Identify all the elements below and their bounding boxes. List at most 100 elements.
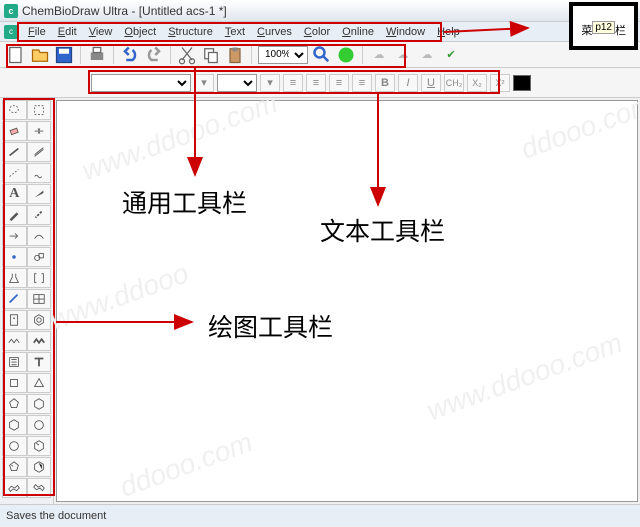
font-select[interactable]	[91, 74, 191, 92]
menu-bar: c File Edit View Object Structure Text C…	[0, 22, 640, 42]
online-button[interactable]	[336, 45, 356, 65]
annotation-menubar-callout: 菜p12栏	[569, 2, 638, 50]
open-button[interactable]	[30, 45, 50, 65]
watermark: ddooo.com	[116, 426, 257, 503]
align-right-button[interactable]: ≡	[329, 74, 349, 92]
tool-chair1[interactable]	[2, 478, 27, 498]
tool-text[interactable]: A	[2, 184, 27, 204]
menu-curves[interactable]: Curves	[251, 24, 298, 40]
status-text: Saves the document	[6, 510, 106, 522]
new-button[interactable]	[6, 45, 26, 65]
tool-ring7[interactable]	[27, 415, 52, 435]
tool-chair2[interactable]	[27, 478, 52, 498]
tool-bond-multi[interactable]	[27, 142, 52, 162]
drawing-toolbox: A	[0, 98, 54, 504]
menu-view[interactable]: View	[83, 24, 119, 40]
menu-file[interactable]: File	[22, 24, 52, 40]
tool-template[interactable]	[2, 352, 27, 372]
main-area: A www.ddooo.com ddooo.com www.ddooo www.…	[0, 98, 640, 504]
cut-button[interactable]	[177, 45, 197, 65]
superscript-button[interactable]: X²	[490, 74, 510, 92]
tool-marquee[interactable]	[27, 100, 52, 120]
copy-button[interactable]	[201, 45, 221, 65]
zoom-select[interactable]: 100%	[258, 46, 308, 64]
redo-button[interactable]	[144, 45, 164, 65]
app-icon: c	[4, 4, 18, 18]
tool-bond-wedge[interactable]	[27, 184, 52, 204]
undo-button[interactable]	[120, 45, 140, 65]
menu-color[interactable]: Color	[298, 24, 336, 40]
tool-arc[interactable]	[27, 226, 52, 246]
separator	[251, 46, 252, 64]
tool-orbital[interactable]	[2, 247, 27, 267]
tool-draw[interactable]	[2, 289, 27, 309]
formula-button[interactable]: CH₂	[444, 74, 464, 92]
color-swatch[interactable]	[513, 75, 531, 91]
tool-chemical[interactable]	[2, 268, 27, 288]
tool-table[interactable]	[27, 289, 52, 309]
align-center-button[interactable]: ≡	[306, 74, 326, 92]
tool-ring5[interactable]	[2, 394, 27, 414]
zoom-tool-button[interactable]	[312, 45, 332, 65]
tool-pen[interactable]	[2, 205, 27, 225]
menu-structure[interactable]: Structure	[162, 24, 219, 40]
paste-button[interactable]	[225, 45, 245, 65]
tool-benzene2[interactable]	[27, 457, 52, 477]
menu-online[interactable]: Online	[336, 24, 380, 40]
menu-object[interactable]: Object	[118, 24, 162, 40]
tool-bond-solid[interactable]	[2, 142, 27, 162]
cloud3-button[interactable]: ☁	[417, 45, 437, 65]
size-dropdown-icon[interactable]: ▾	[260, 74, 280, 92]
menu-text[interactable]: Text	[219, 24, 251, 40]
tool-benzene[interactable]	[27, 310, 52, 330]
menu-window[interactable]: Window	[380, 24, 431, 40]
tool-ring8[interactable]	[2, 436, 27, 456]
print-button[interactable]	[87, 45, 107, 65]
tool-bond-dashed[interactable]	[2, 163, 27, 183]
cloud2-button[interactable]: ☁	[393, 45, 413, 65]
callout-char-1: 菜	[581, 25, 592, 37]
tool-cyclohex[interactable]	[27, 436, 52, 456]
tool-primitive[interactable]	[27, 247, 52, 267]
callout-tip: p12	[592, 21, 615, 34]
doc-icon: c	[4, 25, 18, 39]
watermark: www.ddooo	[46, 257, 193, 337]
watermark: www.ddooo.com	[78, 87, 282, 187]
bold-button[interactable]: B	[375, 74, 395, 92]
italic-button[interactable]: I	[398, 74, 418, 92]
size-select[interactable]	[217, 74, 257, 92]
tool-bracket[interactable]	[27, 268, 52, 288]
menu-help[interactable]: Help	[431, 24, 466, 40]
menu-edit[interactable]: Edit	[52, 24, 83, 40]
tool-ring3[interactable]	[27, 373, 52, 393]
tool-ring6[interactable]	[27, 394, 52, 414]
tool-ring4[interactable]	[2, 373, 27, 393]
font-dropdown-icon[interactable]: ▾	[194, 74, 214, 92]
tool-acyclic[interactable]	[2, 331, 27, 351]
cloud1-button[interactable]: ☁	[369, 45, 389, 65]
underline-button[interactable]: U	[421, 74, 441, 92]
general-toolbar: 100% ☁ ☁ ☁ ✔	[0, 42, 640, 68]
drawing-canvas[interactable]: www.ddooo.com ddooo.com www.ddooo www.dd…	[56, 100, 638, 502]
check-button[interactable]: ✔	[441, 45, 461, 65]
tool-tshape[interactable]	[27, 352, 52, 372]
callout-char-2: 栏	[615, 25, 626, 37]
align-justify-button[interactable]: ≡	[352, 74, 372, 92]
tool-bond-hash[interactable]	[27, 205, 52, 225]
save-button[interactable]	[54, 45, 74, 65]
tool-bond-wavy[interactable]	[27, 163, 52, 183]
tool-arrow[interactable]	[2, 226, 27, 246]
tool-tlc[interactable]	[2, 310, 27, 330]
tool-eraser[interactable]	[2, 121, 27, 141]
tool-lasso[interactable]	[2, 100, 27, 120]
align-left-button[interactable]: ≡	[283, 74, 303, 92]
subscript-button[interactable]: X₂	[467, 74, 487, 92]
tool-ring6b[interactable]	[2, 415, 27, 435]
watermark: ddooo.com	[517, 88, 640, 165]
tool-fragment[interactable]	[27, 121, 52, 141]
separator	[362, 46, 363, 64]
window-title: ChemBioDraw Ultra - [Untitled acs-1 *]	[22, 4, 227, 18]
tool-cyclopent[interactable]	[2, 457, 27, 477]
title-bar: c ChemBioDraw Ultra - [Untitled acs-1 *]	[0, 0, 640, 22]
tool-chain[interactable]	[27, 331, 52, 351]
